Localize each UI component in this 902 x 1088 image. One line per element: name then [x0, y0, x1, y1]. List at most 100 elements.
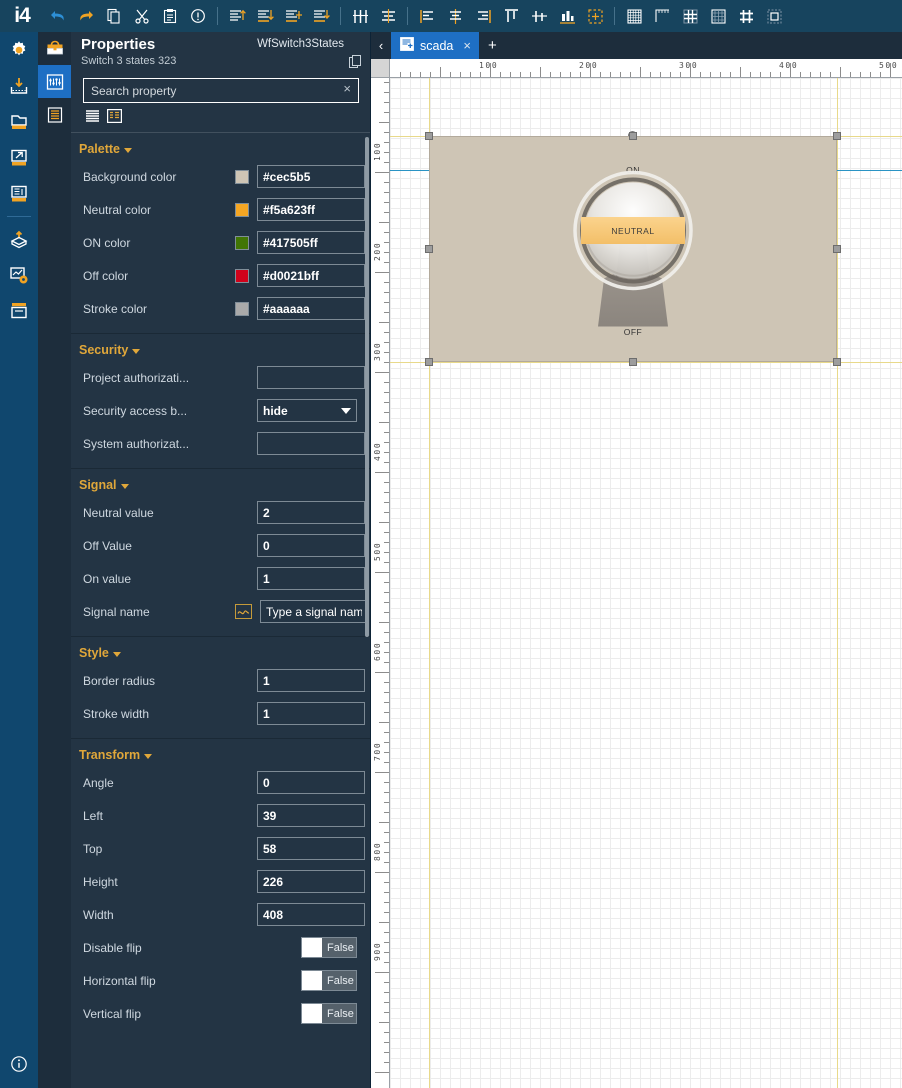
align-bottom-icon[interactable] — [252, 3, 278, 29]
width-field[interactable] — [257, 903, 365, 926]
stroke-color-field[interactable] — [257, 297, 365, 320]
checkbox[interactable] — [302, 938, 322, 957]
align-top-icon[interactable] — [224, 3, 250, 29]
info-circle-icon[interactable] — [185, 3, 211, 29]
copy-icon[interactable] — [101, 3, 127, 29]
tab-scada[interactable]: scada × — [391, 32, 479, 59]
close-icon[interactable]: × — [459, 38, 471, 53]
align-center-icon[interactable] — [442, 3, 468, 29]
distribute-h-icon[interactable] — [347, 3, 373, 29]
panel-object-list[interactable] — [38, 98, 71, 131]
color-swatch-neutral[interactable] — [235, 202, 249, 217]
signal-wave-icon[interactable] — [235, 604, 252, 619]
center-h-icon[interactable] — [375, 3, 401, 29]
panel-properties[interactable] — [38, 65, 71, 98]
checkbox[interactable] — [302, 1004, 322, 1023]
ruler-label: 500 — [373, 542, 382, 561]
height-field[interactable] — [257, 870, 365, 893]
group-header-transform[interactable]: Transform — [71, 739, 370, 766]
security-access-select[interactable]: hide — [257, 399, 357, 422]
group-header-signal[interactable]: Signal — [71, 469, 370, 496]
grid-medium-icon[interactable] — [677, 3, 703, 29]
border-radius-field[interactable] — [257, 669, 365, 692]
checkbox[interactable] — [302, 971, 322, 990]
align-right-icon[interactable] — [470, 3, 496, 29]
neutral-value-field[interactable] — [257, 501, 365, 524]
group-header-security[interactable]: Security — [71, 334, 370, 361]
property-row-project-authorization: Project authorizati... — [71, 361, 370, 394]
switch-knob[interactable]: NEUTRAL — [568, 159, 698, 340]
group-objects-icon[interactable] — [761, 3, 787, 29]
chart-icon[interactable] — [554, 3, 580, 29]
switch-3-states-widget[interactable]: ON NEUTRAL OFF — [429, 136, 837, 362]
undo-icon[interactable] — [45, 3, 71, 29]
on-value-field[interactable] — [257, 567, 365, 590]
grid-snap-icon[interactable] — [733, 3, 759, 29]
grid-dense-icon[interactable] — [621, 3, 647, 29]
signal-name-field[interactable] — [260, 600, 368, 623]
property-row-border-radius: Border radius — [71, 664, 370, 697]
top-field[interactable] — [257, 837, 365, 860]
paste-icon[interactable] — [157, 3, 183, 29]
color-swatch-background[interactable] — [235, 169, 249, 184]
redo-icon[interactable] — [73, 3, 99, 29]
disable-flip-toggle[interactable]: False — [301, 937, 357, 958]
left-field[interactable] — [257, 804, 365, 827]
collapse-panel-icon[interactable]: ‹ — [371, 38, 391, 53]
align-top2-icon[interactable] — [498, 3, 524, 29]
neutral-color-field[interactable] — [257, 198, 365, 221]
sidebar-item-settings[interactable] — [0, 32, 38, 68]
sidebar-item-about[interactable] — [0, 1046, 38, 1082]
sidebar-item-archive[interactable] — [0, 293, 38, 329]
sidebar-item-deploy[interactable] — [0, 221, 38, 257]
grid-fine-icon[interactable] — [705, 3, 731, 29]
resize-handle-mr[interactable] — [833, 245, 841, 253]
vertical-flip-toggle[interactable]: False — [301, 1003, 357, 1024]
sidebar-item-folder[interactable] — [0, 104, 38, 140]
properties-scrollbar[interactable] — [365, 137, 369, 637]
clear-search-icon[interactable]: × — [343, 82, 351, 96]
align-middle-v-icon[interactable] — [280, 3, 306, 29]
off-color-field[interactable] — [257, 264, 365, 287]
resize-handle-tc[interactable] — [629, 132, 637, 140]
group-header-style[interactable]: Style — [71, 637, 370, 664]
color-swatch-on[interactable] — [235, 235, 249, 250]
background-color-field[interactable] — [257, 165, 365, 188]
list-view-icon[interactable] — [85, 109, 100, 123]
cut-icon[interactable] — [129, 3, 155, 29]
property-row-height: Height — [71, 865, 370, 898]
align-middle2-icon[interactable] — [526, 3, 552, 29]
sidebar-item-trend-config[interactable] — [0, 257, 38, 293]
angle-field[interactable] — [257, 771, 365, 794]
resize-handle-bl[interactable] — [425, 358, 433, 366]
sidebar-item-list[interactable] — [0, 176, 38, 212]
resize-handle-br[interactable] — [833, 358, 841, 366]
sidebar-item-export[interactable] — [0, 140, 38, 176]
panel-toolbox[interactable] — [38, 32, 71, 65]
on-color-field[interactable] — [257, 231, 365, 254]
resize-handle-bc[interactable] — [629, 358, 637, 366]
color-swatch-off[interactable] — [235, 268, 249, 283]
selection-frame-icon[interactable] — [582, 3, 608, 29]
resize-handle-tr[interactable] — [833, 132, 841, 140]
grid-corner-icon[interactable] — [649, 3, 675, 29]
group-header-palette[interactable]: Palette — [71, 133, 370, 160]
align-left-icon[interactable] — [414, 3, 440, 29]
design-canvas[interactable]: ON NEUTRAL OFF — [390, 78, 902, 1088]
duplicate-icon[interactable] — [349, 55, 362, 73]
add-tab-button[interactable]: + — [479, 37, 506, 54]
resize-handle-tl[interactable] — [425, 132, 433, 140]
resize-handle-ml[interactable] — [425, 245, 433, 253]
sidebar-item-download[interactable] — [0, 68, 38, 104]
search-input[interactable] — [83, 78, 359, 103]
color-swatch-stroke[interactable] — [235, 301, 249, 316]
project-authorization-field[interactable] — [257, 366, 365, 389]
distribute-v-icon[interactable] — [308, 3, 334, 29]
stroke-width-field[interactable] — [257, 702, 365, 725]
system-authorization-field[interactable] — [257, 432, 365, 455]
horizontal-flip-toggle[interactable]: False — [301, 970, 357, 991]
properties-header: Properties Switch 3 states 323 WfSwitch3… — [71, 32, 370, 74]
grouped-view-icon[interactable] — [107, 109, 123, 124]
off-value-field[interactable] — [257, 534, 365, 557]
vertical-ruler-ticks: 100 200 300 400 500 600 700 800 900 — [373, 82, 389, 1073]
